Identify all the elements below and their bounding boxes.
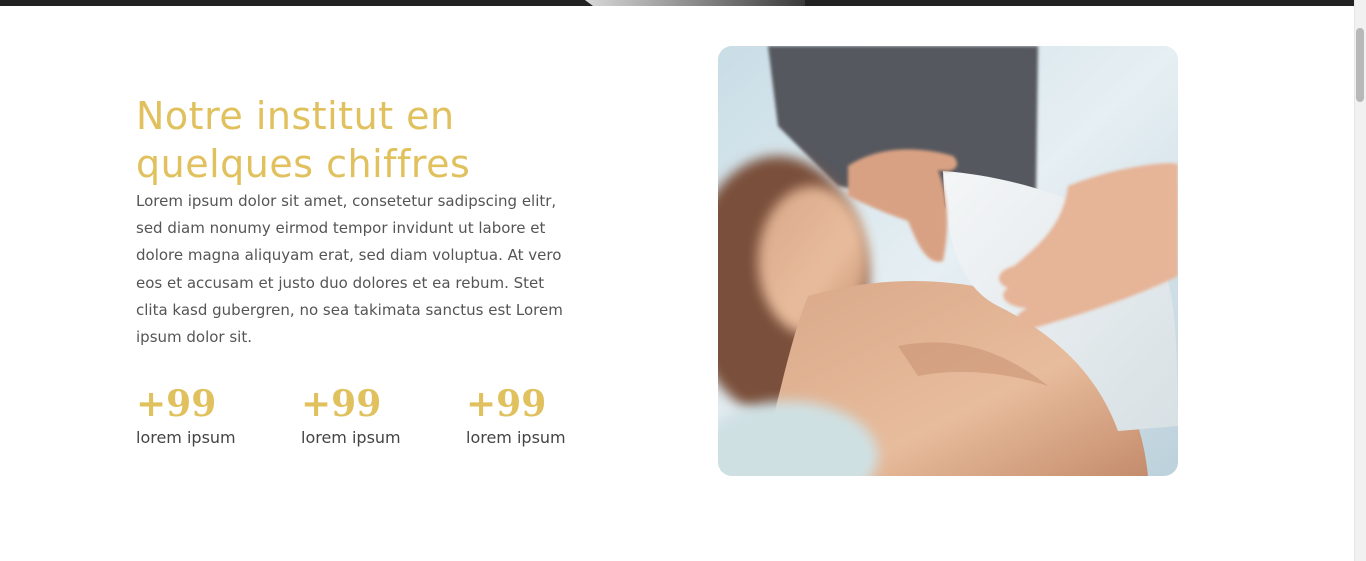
stat-value: +99 xyxy=(466,383,547,425)
massage-photo-illustration xyxy=(718,46,1178,476)
stat-value: +99 xyxy=(301,383,382,425)
stat-item: +99 lorem ipsum xyxy=(301,382,441,448)
stat-label: lorem ipsum xyxy=(136,428,236,447)
massage-photo xyxy=(718,46,1178,476)
stat-label: lorem ipsum xyxy=(466,428,566,447)
stat-item: +99 lorem ipsum xyxy=(466,382,606,448)
page: Notre institut en quelques chiffres Lore… xyxy=(0,0,1366,561)
stat-item: +99 lorem ipsum xyxy=(136,382,276,448)
scrollbar-thumb[interactable] xyxy=(1356,28,1364,102)
stat-value: +99 xyxy=(136,383,217,425)
top-banner-edge xyxy=(0,0,1354,6)
section-description: Lorem ipsum dolor sit amet, consetetur s… xyxy=(136,192,563,347)
section-title: Notre institut en quelques chiffres xyxy=(136,94,471,186)
stat-label: lorem ipsum xyxy=(301,428,401,447)
banner-image-edge xyxy=(585,0,805,6)
